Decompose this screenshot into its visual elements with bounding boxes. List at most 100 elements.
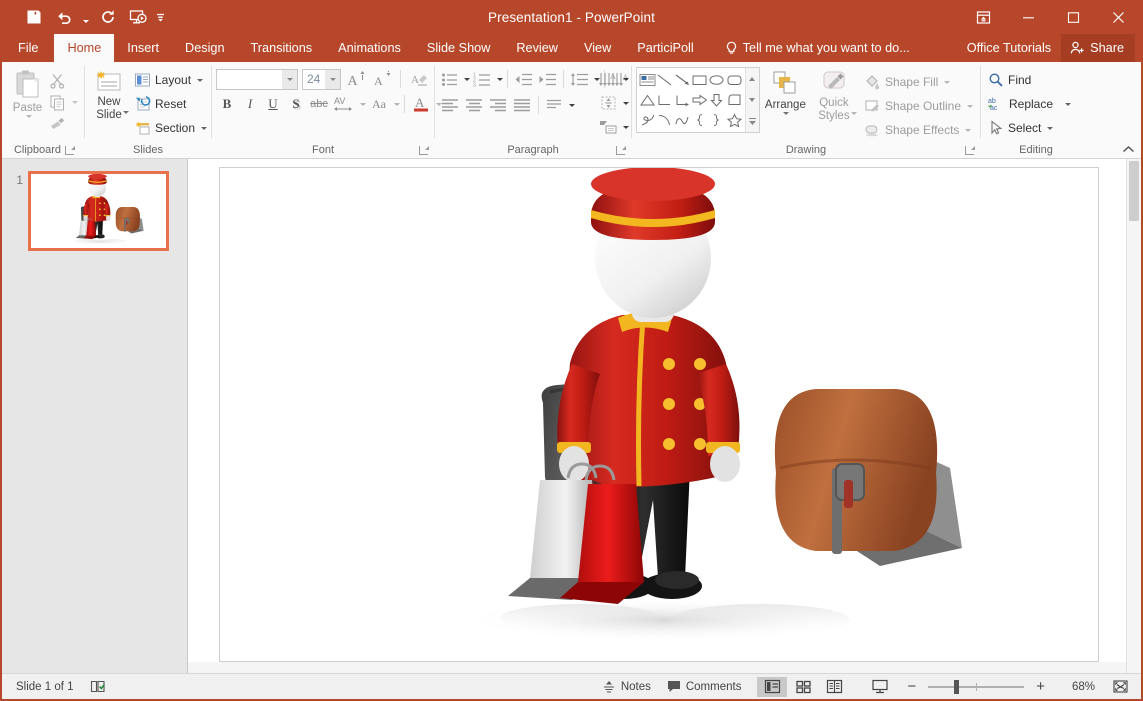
slide-sorter-view-button[interactable] (788, 677, 818, 697)
decrease-indent-button[interactable] (512, 68, 535, 90)
redo-icon[interactable] (94, 4, 122, 30)
text-shadow-button[interactable]: S (285, 93, 307, 115)
align-center-button[interactable] (463, 94, 486, 116)
oval-shape[interactable] (708, 70, 725, 90)
maximize-icon[interactable] (1051, 0, 1096, 34)
tab-review[interactable]: Review (503, 34, 571, 62)
shape-outline-button[interactable]: Shape Outline (861, 94, 976, 118)
copy-dropdown-icon[interactable] (72, 101, 78, 104)
elbow-connector-shape[interactable] (656, 90, 673, 110)
zoom-level[interactable]: 68% (1057, 681, 1095, 693)
format-painter-button[interactable] (47, 113, 80, 135)
shape-fill-button[interactable]: Shape Fill (861, 70, 976, 94)
collapse-ribbon-icon[interactable] (1119, 141, 1137, 157)
right-arrow-shape[interactable] (691, 90, 708, 110)
customize-qat-icon[interactable] (154, 4, 166, 30)
font-size-dropdown-icon[interactable] (325, 70, 340, 89)
undo-dropdown-icon[interactable] (80, 4, 92, 30)
tab-file[interactable]: File (2, 34, 54, 62)
slide-thumbnail-pane[interactable]: 1 (2, 159, 188, 673)
reset-button[interactable]: Reset (131, 92, 210, 116)
rounded-rectangle-shape[interactable] (726, 70, 743, 90)
account-name[interactable]: Office Tutorials (957, 34, 1061, 62)
start-presentation-icon[interactable] (124, 4, 152, 30)
shape-outline-dropdown-icon[interactable] (967, 105, 973, 108)
arc-shape[interactable] (656, 110, 673, 130)
text-box-shape[interactable] (639, 70, 656, 90)
character-spacing-button[interactable]: AV (331, 93, 357, 115)
vertical-scrollbar-thumb[interactable] (1129, 161, 1139, 221)
font-dialog-launcher-icon[interactable] (419, 146, 428, 155)
flowchart-shape[interactable] (726, 90, 743, 110)
shapes-more-icon[interactable] (746, 111, 759, 132)
align-text-button[interactable]: A (597, 68, 621, 90)
rectangle-shape[interactable] (691, 70, 708, 90)
align-left-button[interactable] (439, 94, 462, 116)
shapes-scroll-down-icon[interactable] (746, 89, 759, 110)
drawing-dialog-launcher-icon[interactable] (965, 146, 974, 155)
zoom-slider-handle[interactable] (954, 680, 959, 694)
clipboard-dialog-launcher-icon[interactable] (65, 146, 74, 155)
shape-fill-dropdown-icon[interactable] (944, 81, 950, 84)
vertical-align-button[interactable] (597, 92, 621, 114)
shapes-scrollbar[interactable] (745, 68, 759, 132)
align-right-button[interactable] (487, 94, 510, 116)
character-spacing-dropdown-icon[interactable] (360, 103, 366, 106)
tab-participoll[interactable]: ParticiPoll (624, 34, 706, 62)
vertical-align-dropdown-icon[interactable] (623, 102, 629, 105)
zoom-slider[interactable] (928, 686, 1024, 688)
tab-animations[interactable]: Animations (325, 34, 414, 62)
tab-insert[interactable]: Insert (114, 34, 172, 62)
paragraph-dialog-launcher-icon[interactable] (616, 146, 625, 155)
triangle-shape[interactable] (639, 90, 656, 110)
tab-transitions[interactable]: Transitions (238, 34, 326, 62)
star-shape[interactable] (726, 110, 743, 130)
vertical-scrollbar[interactable] (1126, 159, 1141, 673)
arrange-dropdown-icon[interactable] (783, 112, 789, 115)
down-arrow-shape[interactable] (708, 90, 725, 110)
numbering-dropdown-icon[interactable] (497, 78, 503, 81)
section-dropdown-icon[interactable] (201, 127, 207, 130)
bold-button[interactable]: B (216, 93, 238, 115)
share-button[interactable]: Share (1061, 34, 1135, 62)
close-icon[interactable] (1096, 0, 1141, 34)
numbering-button[interactable]: 123 (471, 68, 494, 90)
section-button[interactable]: Section (131, 116, 210, 140)
line-spacing-button[interactable] (568, 68, 591, 90)
undo-icon[interactable] (50, 4, 78, 30)
strikethrough-button[interactable]: abc (308, 93, 330, 115)
right-brace-shape[interactable] (708, 110, 725, 130)
smartart-dropdown-icon[interactable] (623, 126, 629, 129)
quick-styles-button[interactable]: Quick Styles (811, 67, 857, 115)
normal-view-button[interactable] (757, 677, 787, 697)
smartart-button[interactable] (597, 116, 621, 138)
font-name-dropdown-icon[interactable] (282, 70, 297, 89)
wave-shape[interactable] (674, 110, 691, 130)
paste-button[interactable]: Paste (8, 66, 47, 118)
shapes-gallery[interactable] (636, 67, 760, 133)
slide-show-view-button[interactable] (865, 677, 895, 697)
columns-dropdown-icon[interactable] (569, 104, 575, 107)
grow-font-icon[interactable]: A (345, 68, 367, 90)
layout-button[interactable]: Layout (131, 68, 210, 92)
elbow-arrow-shape[interactable] (674, 90, 691, 110)
align-text-dropdown-icon[interactable] (623, 78, 629, 81)
bullets-dropdown-icon[interactable] (464, 78, 470, 81)
clear-formatting-icon[interactable]: A (408, 68, 430, 90)
shape-effects-button[interactable]: Shape Effects (861, 118, 976, 142)
italic-button[interactable]: I (239, 93, 261, 115)
notes-button[interactable]: Notes (594, 678, 659, 696)
shrink-font-icon[interactable]: A (371, 68, 393, 90)
replace-button[interactable]: abac Replace (985, 92, 1074, 116)
slide-thumbnail-1[interactable] (28, 171, 169, 251)
reading-view-button[interactable] (819, 677, 849, 697)
change-case-button[interactable]: Aa (367, 93, 391, 115)
arrange-button[interactable]: Arrange (764, 67, 807, 115)
underline-button[interactable]: U (262, 93, 284, 115)
cut-button[interactable] (47, 69, 80, 91)
increase-indent-button[interactable] (536, 68, 559, 90)
zoom-out-button[interactable]: − (905, 679, 918, 694)
find-button[interactable]: Find (985, 68, 1074, 92)
tell-me-search[interactable]: Tell me what you want to do... (719, 34, 916, 62)
columns-button[interactable] (543, 94, 566, 116)
